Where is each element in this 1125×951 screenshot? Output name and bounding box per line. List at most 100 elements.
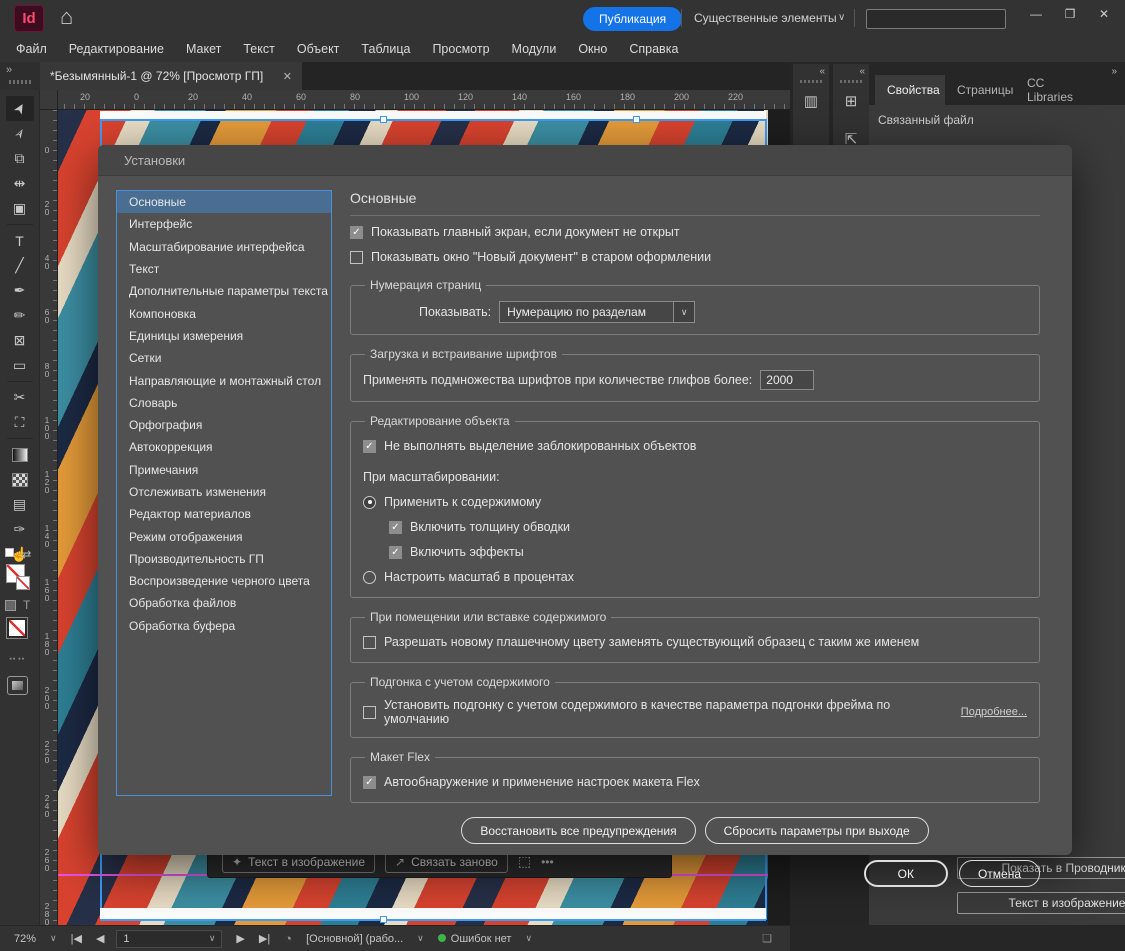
- horizontal-ruler[interactable]: 20020406080100120140160180200220: [40, 90, 790, 110]
- menu-item-4[interactable]: Объект: [297, 42, 340, 56]
- preferences-category-7[interactable]: Сетки: [117, 347, 331, 369]
- grid-panel-icon[interactable]: ⊞: [833, 92, 869, 110]
- spread-view-icon[interactable]: ❏: [762, 932, 772, 945]
- preferences-category-10[interactable]: Орфография: [117, 414, 331, 436]
- selection-handle[interactable]: [380, 116, 387, 123]
- quick-apply-panel-icon[interactable]: ▥: [793, 92, 829, 110]
- collapse-panel-icon[interactable]: «: [819, 66, 825, 77]
- content-aware-fit-default-checkbox-box[interactable]: [363, 706, 376, 719]
- drag-grip[interactable]: [840, 80, 862, 83]
- menu-item-6[interactable]: Просмотр: [432, 42, 489, 56]
- preferences-category-3[interactable]: Текст: [117, 258, 331, 280]
- workspace-switcher[interactable]: Существенные элементы: [694, 11, 837, 25]
- selection-tool[interactable]: ➤: [6, 96, 34, 121]
- menu-item-9[interactable]: Справка: [629, 42, 678, 56]
- tab-cc-libraries[interactable]: CC Libraries: [1015, 75, 1085, 105]
- preferences-category-19[interactable]: Обработка буфера: [117, 615, 331, 637]
- screen-mode-button[interactable]: [7, 676, 28, 695]
- text-to-image-panel-button[interactable]: Текст в изображение: [957, 892, 1125, 914]
- include-effects-checkbox-box[interactable]: ✓: [389, 546, 402, 559]
- page-numbering-select[interactable]: Нумерацию по разделам∨: [499, 301, 695, 323]
- collapse-panel-icon[interactable]: «: [859, 66, 865, 77]
- ok-button[interactable]: ОК: [864, 860, 948, 887]
- menu-item-2[interactable]: Макет: [186, 42, 221, 56]
- preferences-category-5[interactable]: Компоновка: [117, 302, 331, 324]
- first-page-button[interactable]: |◀: [71, 932, 82, 945]
- preferences-category-1[interactable]: Интерфейс: [117, 213, 331, 235]
- preferences-category-12[interactable]: Примечания: [117, 459, 331, 481]
- drag-grip[interactable]: [9, 80, 31, 84]
- menu-item-8[interactable]: Окно: [578, 42, 607, 56]
- preferences-category-2[interactable]: Масштабирование интерфейса: [117, 236, 331, 258]
- menu-item-0[interactable]: Файл: [16, 42, 47, 56]
- search-input[interactable]: [866, 9, 1006, 29]
- include-stroke-weight-checkbox-box[interactable]: ✓: [389, 521, 402, 534]
- page-numbering-select[interactable]: Показывать:Нумерацию по разделам∨: [363, 301, 1027, 323]
- apply-none-button[interactable]: [7, 618, 27, 638]
- prevent-locked-selection-checkbox-box[interactable]: ✓: [363, 440, 376, 453]
- document-tab[interactable]: *Безымянный-1 @ 72% [Просмотр ГП] ✕: [40, 62, 302, 90]
- legacy-new-doc-checkbox-box[interactable]: [350, 251, 363, 264]
- home-icon[interactable]: ⌂: [60, 4, 73, 30]
- page-number-dropdown[interactable]: 1 ∨: [116, 930, 222, 948]
- publish-button[interactable]: Публикация: [583, 7, 682, 31]
- last-page-button[interactable]: ▶|: [259, 932, 270, 945]
- frame-tool[interactable]: ⊠: [6, 328, 34, 353]
- note-tool[interactable]: ▤: [6, 492, 34, 517]
- direct-selection-tool[interactable]: ➢: [6, 121, 34, 146]
- close-button[interactable]: ✕: [1087, 0, 1121, 28]
- formatting-affects-text-icon[interactable]: T: [23, 598, 30, 612]
- selection-handle[interactable]: [633, 116, 640, 123]
- flex-auto-detect-checkbox-box[interactable]: ✓: [363, 776, 376, 789]
- show-home-screen-checkbox[interactable]: ✓Показывать главный экран, если документ…: [350, 223, 1040, 241]
- preferences-category-0[interactable]: Основные: [117, 191, 331, 213]
- content-collector-tool[interactable]: ▣: [6, 196, 34, 221]
- expand-panel-icon[interactable]: »: [1111, 66, 1117, 77]
- preferences-category-9[interactable]: Словарь: [117, 392, 331, 414]
- preferences-category-16[interactable]: Производительность ГП: [117, 548, 331, 570]
- swap-fill-stroke-icon[interactable]: ⇄: [22, 548, 31, 561]
- preferences-category-15[interactable]: Режим отображения: [117, 525, 331, 547]
- pencil-tool[interactable]: ✏: [6, 303, 34, 328]
- adjust-scale-percentage-radio[interactable]: Настроить масштаб в процентах: [363, 568, 1027, 586]
- eyedropper-tool[interactable]: ✑: [6, 517, 34, 542]
- close-tab-icon[interactable]: ✕: [283, 70, 292, 83]
- glyph-subset-input[interactable]: Применять подмножества шрифтов при колич…: [363, 370, 1027, 390]
- free-transform-tool[interactable]: ⛶: [6, 410, 34, 435]
- preferences-category-18[interactable]: Обработка файлов: [117, 592, 331, 614]
- minimize-button[interactable]: —: [1019, 0, 1053, 28]
- next-page-button[interactable]: ▶: [236, 932, 244, 945]
- cancel-button[interactable]: Отмена: [959, 860, 1040, 887]
- menu-item-1[interactable]: Редактирование: [69, 42, 164, 56]
- include-effects-checkbox[interactable]: ✓Включить эффекты: [389, 543, 1027, 561]
- reset-warnings-button[interactable]: Восстановить все предупреждения: [461, 817, 695, 844]
- master-page-indicator[interactable]: [Основной] (рабо...: [306, 933, 403, 945]
- vertical-ruler[interactable]: 020406080100120140160180200220240260280: [40, 110, 58, 925]
- preferences-category-11[interactable]: Автокоррекция: [117, 436, 331, 458]
- previous-page-button[interactable]: ◀: [96, 932, 104, 945]
- default-swatches-icon[interactable]: [5, 548, 14, 557]
- scissors-tool[interactable]: ✂: [6, 385, 34, 410]
- allow-spot-color-replace-checkbox[interactable]: Разрешать новому плашечному цвету заменя…: [363, 633, 1027, 651]
- gradient-feather-tool[interactable]: [6, 467, 34, 492]
- expand-panel-icon[interactable]: »: [6, 64, 12, 76]
- preferences-category-6[interactable]: Единицы измерения: [117, 325, 331, 347]
- flex-auto-detect-checkbox[interactable]: ✓Автообнаружение и применение настроек м…: [363, 773, 1027, 791]
- page-tool[interactable]: ⧉: [6, 146, 34, 171]
- glyph-subset-input[interactable]: 2000: [760, 370, 814, 390]
- selection-handle[interactable]: [380, 916, 387, 923]
- adjust-scale-percentage-radio-circle[interactable]: [363, 571, 376, 584]
- apply-to-content-radio[interactable]: Применить к содержимому: [363, 493, 1027, 511]
- maximize-button[interactable]: ❐: [1053, 0, 1087, 28]
- preferences-category-17[interactable]: Воспроизведение черного цвета: [117, 570, 331, 592]
- drag-grip[interactable]: [800, 80, 822, 83]
- legacy-new-doc-checkbox[interactable]: Показывать окно "Новый документ" в старо…: [350, 248, 1040, 266]
- dashed-frame-icon[interactable]: ⣀⣀: [8, 646, 26, 660]
- preflight-status[interactable]: Ошибок нет: [438, 933, 512, 945]
- preferences-category-14[interactable]: Редактор материалов: [117, 503, 331, 525]
- formatting-affects-container-icon[interactable]: [5, 600, 16, 611]
- prevent-locked-selection-checkbox[interactable]: ✓Не выполнять выделение заблокированных …: [363, 437, 1027, 455]
- gradient-tool[interactable]: [6, 442, 34, 467]
- type-tool[interactable]: T: [6, 228, 34, 253]
- apply-to-content-radio-circle[interactable]: [363, 496, 376, 509]
